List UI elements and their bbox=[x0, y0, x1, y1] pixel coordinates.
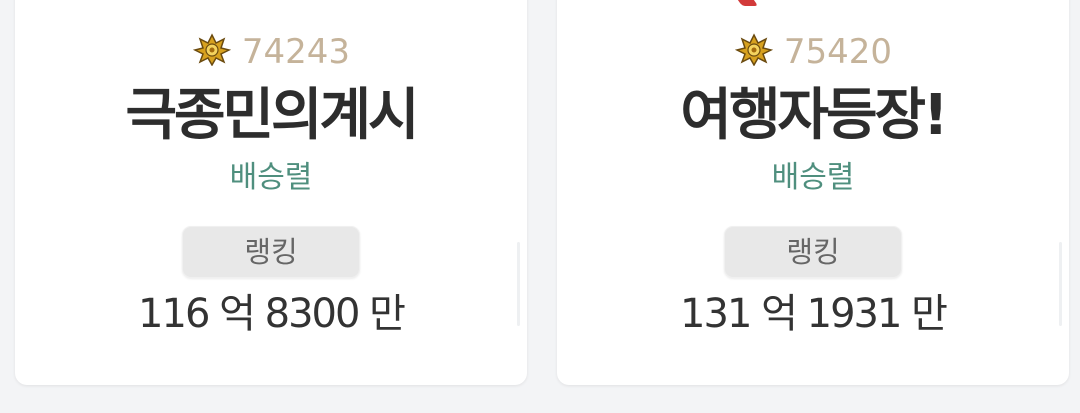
character-name: 극종민의계시 bbox=[125, 83, 419, 148]
ranking-button[interactable]: 랭킹 bbox=[724, 226, 902, 278]
top-decoration bbox=[737, 0, 759, 6]
character-card[interactable]: 75420 여행자등장! 배승렬 랭킹 131 억 1931 만 bbox=[557, 0, 1069, 385]
character-class: 배승렬 bbox=[771, 160, 855, 195]
power-value: 116 억 8300 만 bbox=[138, 291, 406, 337]
score-row: 74243 bbox=[15, 32, 527, 72]
gold-emblem-icon bbox=[734, 33, 774, 66]
character-card[interactable]: 74243 극종민의계시 배승렬 랭킹 116 억 8300 만 bbox=[15, 0, 527, 385]
character-name: 여행자등장! bbox=[680, 83, 948, 148]
combat-score: 75420 bbox=[783, 32, 893, 72]
score-row: 75420 bbox=[557, 32, 1069, 72]
ranking-button[interactable]: 랭킹 bbox=[182, 226, 360, 278]
power-value: 131 억 1931 만 bbox=[680, 291, 948, 337]
gold-emblem-icon bbox=[192, 33, 232, 66]
combat-score: 74243 bbox=[241, 32, 351, 72]
scroll-indicator bbox=[1059, 242, 1062, 326]
character-class: 배승렬 bbox=[229, 160, 313, 195]
scroll-indicator bbox=[517, 242, 520, 326]
